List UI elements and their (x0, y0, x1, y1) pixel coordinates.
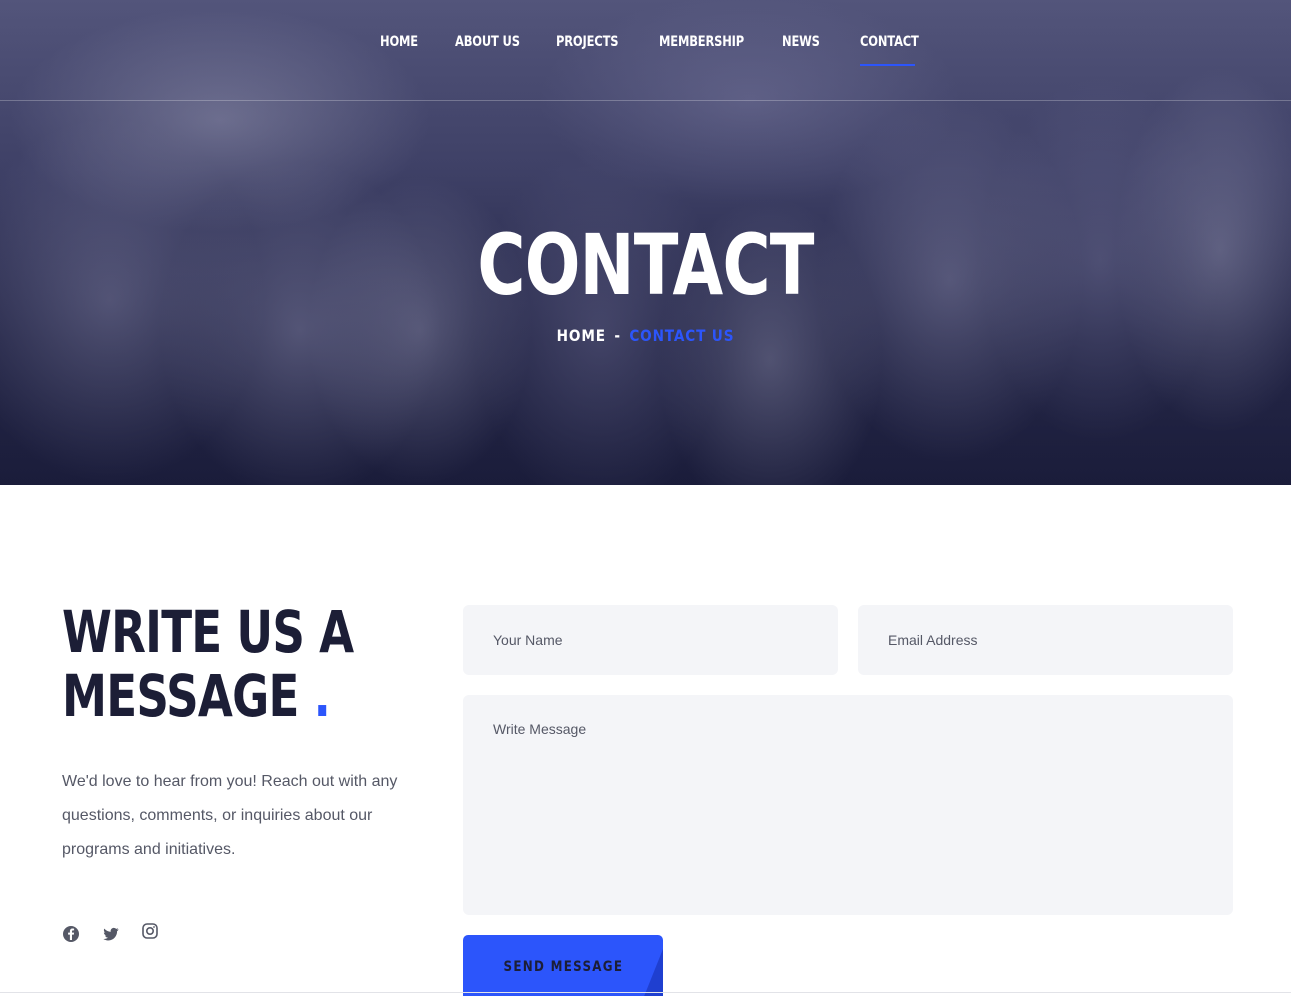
breadcrumb-current: CONTACT US (629, 326, 735, 345)
breadcrumb-home-link[interactable]: HOME (557, 326, 606, 345)
facebook-icon[interactable] (62, 925, 80, 943)
nav-membership[interactable]: MEMBERSHIP (659, 34, 744, 50)
breadcrumb-separator: - (614, 326, 621, 345)
send-message-text: SEND MESSAGE (503, 959, 623, 975)
message-textarea[interactable] (463, 695, 1233, 915)
section-title-word: MESSAGE (62, 662, 299, 730)
email-input[interactable] (858, 605, 1233, 675)
section-title: WRITE US A MESSAGE . (62, 600, 362, 728)
nav-active-indicator (860, 64, 915, 66)
nav-divider (0, 100, 1291, 101)
nav-contact[interactable]: CONTACT (860, 34, 919, 50)
page-title-text: CONTACT (477, 216, 814, 314)
breadcrumb-inner: HOME - CONTACT US (557, 326, 735, 345)
hero-banner: HOME ABOUT US PROJECTS MEMBERSHIP NEWS C… (0, 0, 1291, 485)
section-title-line1: WRITE US A (62, 598, 354, 666)
contact-intro-text: We'd love to hear from you! Reach out wi… (62, 773, 398, 858)
nav-home[interactable]: HOME (380, 34, 418, 50)
instagram-icon[interactable] (142, 923, 160, 941)
nav-news[interactable]: NEWS (782, 34, 820, 50)
breadcrumb: HOME - CONTACT US (0, 326, 1291, 345)
page-title: CONTACT (0, 216, 1291, 314)
social-links (62, 923, 172, 945)
page-bottom-divider (0, 992, 1291, 993)
send-message-label: SEND MESSAGE (463, 959, 663, 975)
name-input[interactable] (463, 605, 838, 675)
nav-about-us[interactable]: ABOUT US (455, 34, 520, 50)
nav-projects[interactable]: PROJECTS (556, 34, 619, 50)
twitter-icon[interactable] (102, 925, 120, 943)
main-nav: HOME ABOUT US PROJECTS MEMBERSHIP NEWS C… (0, 34, 1291, 58)
section-title-line2: MESSAGE . (62, 662, 331, 730)
accent-dot: . (313, 662, 331, 730)
send-message-button[interactable]: SEND MESSAGE (463, 935, 663, 996)
